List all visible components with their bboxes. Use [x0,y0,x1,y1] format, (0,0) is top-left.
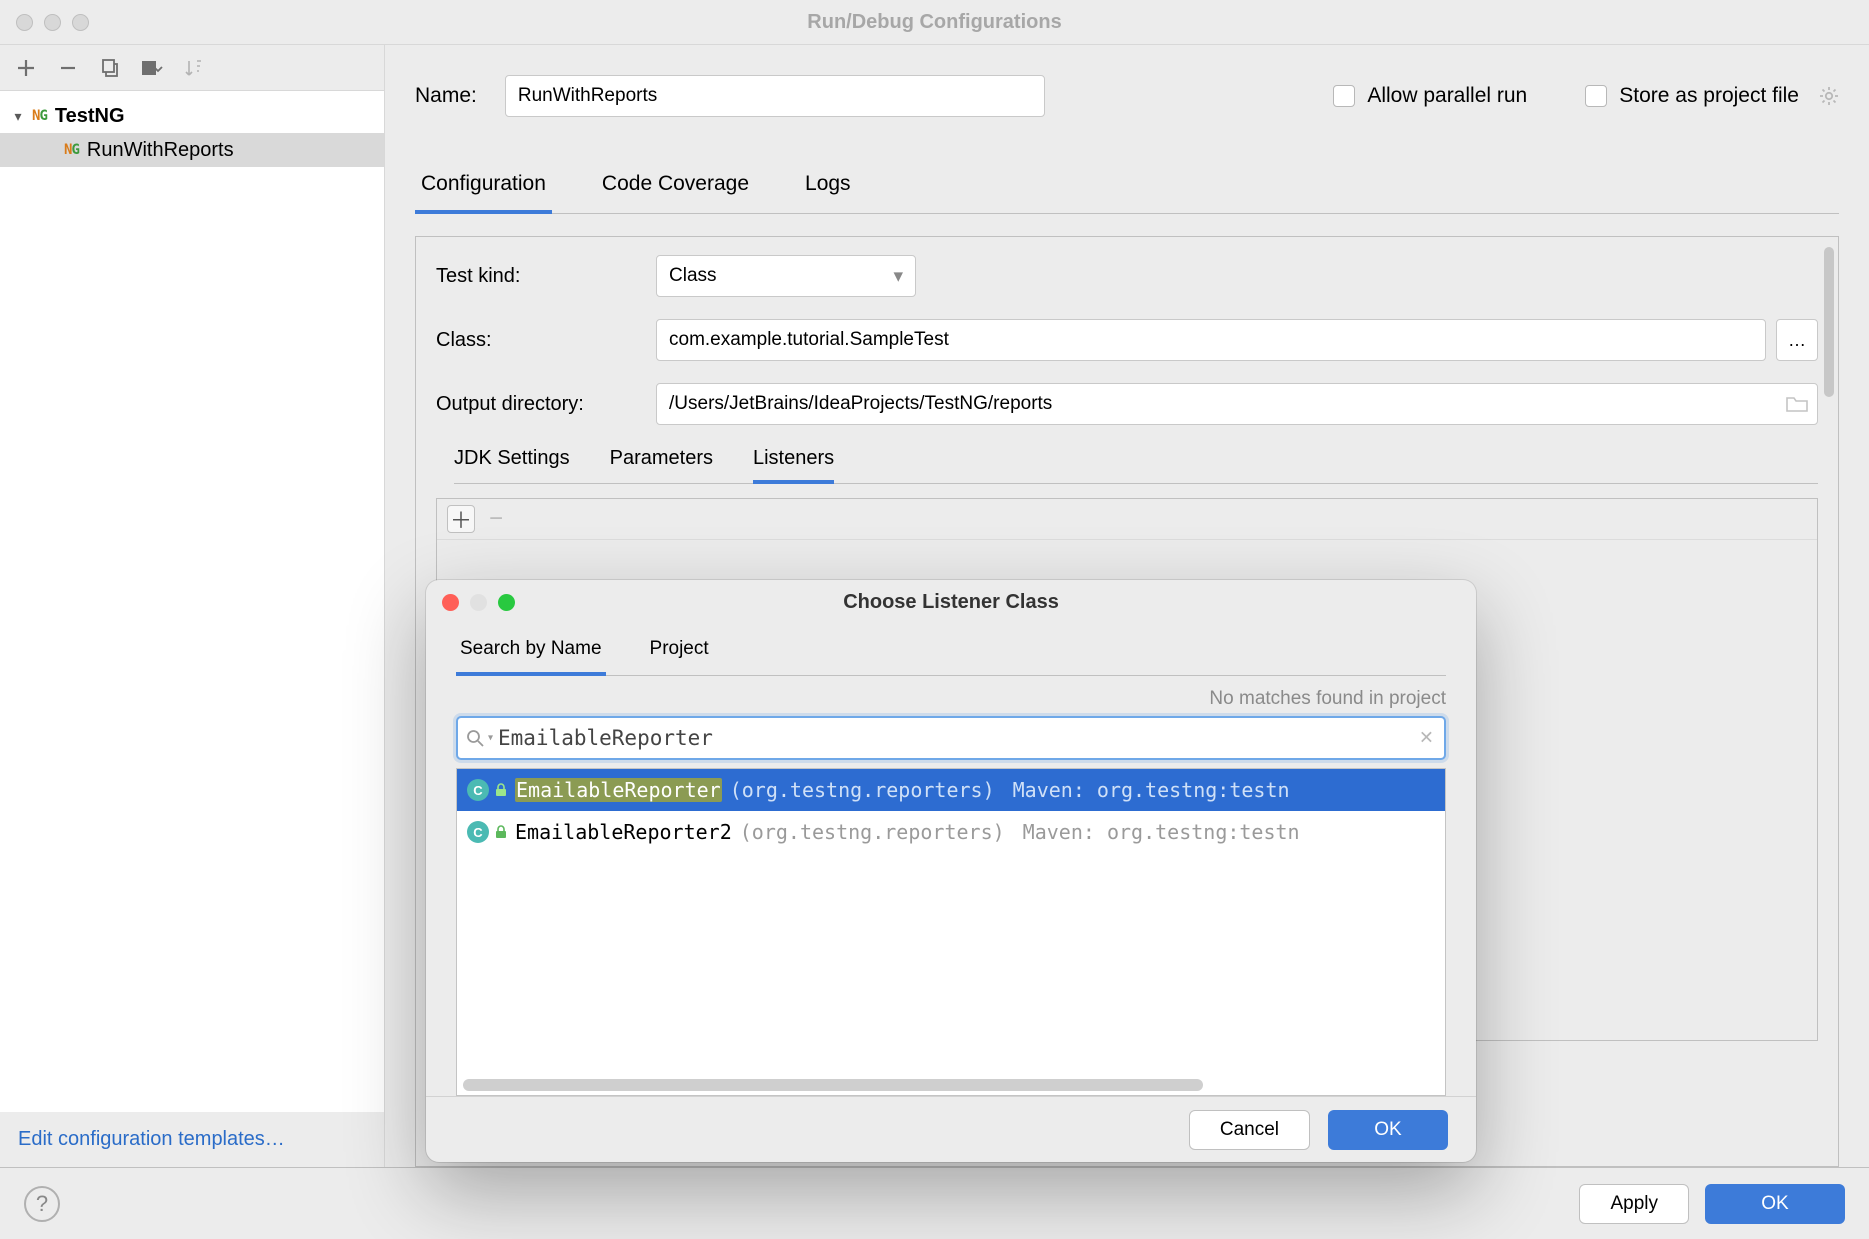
checkbox-icon [1333,85,1355,107]
main-bottom-bar: ? Apply OK [0,1167,1869,1239]
subtab-jdk[interactable]: JDK Settings [454,447,570,473]
subtab-listeners[interactable]: Listeners [753,447,834,484]
name-label: Name: [415,84,477,108]
zoom-dialog-icon[interactable] [498,594,515,611]
save-config-icon[interactable] [140,56,164,80]
copy-config-icon[interactable] [98,56,122,80]
class-input[interactable] [656,319,1766,361]
filter-caret-icon[interactable]: ▾ [488,733,493,744]
testng-icon: NG [64,142,79,158]
results-list: C EmailableReporter (org.testng.reporter… [456,768,1446,1096]
vertical-scrollbar[interactable] [1824,247,1834,397]
search-input[interactable] [456,716,1446,760]
test-kind-label: Test kind: [436,265,656,288]
store-as-file-checkbox[interactable]: Store as project file [1585,84,1839,108]
result-source: Maven: org.testng:testn [1023,820,1300,844]
edit-templates-link[interactable]: Edit configuration templates… [18,1128,285,1150]
close-window-icon[interactable] [16,14,33,31]
browse-class-button[interactable]: … [1776,319,1818,361]
tab-code-coverage[interactable]: Code Coverage [596,172,755,213]
caret-down-icon: ▾ [893,265,903,288]
sort-config-icon[interactable] [182,56,206,80]
sidebar: ▾ NG TestNG NG RunWithReports Edit confi… [0,45,385,1167]
cancel-button[interactable]: Cancel [1189,1110,1310,1150]
help-button[interactable]: ? [24,1186,60,1222]
tab-project[interactable]: Project [646,638,713,675]
result-source: Maven: org.testng:testn [1013,778,1290,802]
folder-icon[interactable] [1786,395,1808,413]
apply-button[interactable]: Apply [1579,1184,1689,1224]
checkbox-label: Store as project file [1619,84,1799,108]
modal-ok-button[interactable]: OK [1328,1110,1448,1150]
zoom-window-icon[interactable] [72,14,89,31]
tree-node-runwithreports[interactable]: NG RunWithReports [0,133,384,167]
lock-icon [495,825,507,839]
horizontal-scrollbar[interactable] [463,1079,1203,1091]
remove-listener-button[interactable]: − [489,505,503,533]
class-label: Class: [436,329,656,352]
clear-search-icon[interactable]: ✕ [1419,728,1434,749]
class-icon: C [467,821,489,843]
minimize-dialog-icon [470,594,487,611]
tab-configuration[interactable]: Configuration [415,172,552,214]
result-name: EmailableReporter2 [515,820,732,844]
output-dir-input[interactable] [656,383,1818,425]
allow-parallel-checkbox[interactable]: Allow parallel run [1333,84,1527,108]
sidebar-toolbar [0,45,384,90]
result-package: (org.testng.reporters) [730,778,995,802]
traffic-lights [0,14,89,31]
select-value: Class [669,265,717,287]
chevron-down-icon: ▾ [10,108,26,125]
tree-node-label: RunWithReports [87,139,234,162]
result-package: (org.testng.reporters) [740,820,1005,844]
tree-node-label: TestNG [55,105,125,128]
choose-listener-dialog: Choose Listener Class Search by Name Pro… [426,580,1476,1162]
gear-icon[interactable] [1819,86,1839,106]
result-row[interactable]: C EmailableReporter (org.testng.reporter… [457,769,1445,811]
lock-icon [495,783,507,797]
remove-config-icon[interactable] [56,56,80,80]
sub-tabs: JDK Settings Parameters Listeners [454,447,1818,484]
tree-node-testng[interactable]: ▾ NG TestNG [0,99,384,133]
subtab-parameters[interactable]: Parameters [610,447,713,473]
no-matches-hint: No matches found in project [456,688,1446,710]
main-titlebar: Run/Debug Configurations [0,0,1869,45]
test-kind-select[interactable]: Class ▾ [656,255,916,297]
testng-icon: NG [32,108,47,124]
tab-logs[interactable]: Logs [799,172,857,213]
close-dialog-icon[interactable] [442,594,459,611]
minimize-window-icon[interactable] [44,14,61,31]
result-name: EmailableReporter [515,778,722,802]
tab-search-by-name[interactable]: Search by Name [456,638,606,676]
checkbox-icon [1585,85,1607,107]
config-tree: ▾ NG TestNG NG RunWithReports [0,90,384,1112]
output-dir-label: Output directory: [436,393,656,416]
modal-traffic-lights [426,594,515,611]
name-input[interactable] [505,75,1045,117]
modal-footer: Cancel OK [426,1096,1476,1162]
class-icon: C [467,779,489,801]
modal-tabs: Search by Name Project [456,638,1446,676]
result-row[interactable]: C EmailableReporter2 (org.testng.reporte… [457,811,1445,853]
add-listener-button[interactable]: ＋ [447,505,475,533]
modal-titlebar: Choose Listener Class [426,580,1476,624]
add-config-icon[interactable] [14,56,38,80]
checkbox-label: Allow parallel run [1367,84,1527,108]
main-tabs: Configuration Code Coverage Logs [415,172,1839,214]
dialog-title: Choose Listener Class [426,591,1476,614]
window-title: Run/Debug Configurations [0,11,1869,34]
search-icon [466,729,484,747]
ok-button[interactable]: OK [1705,1184,1845,1224]
